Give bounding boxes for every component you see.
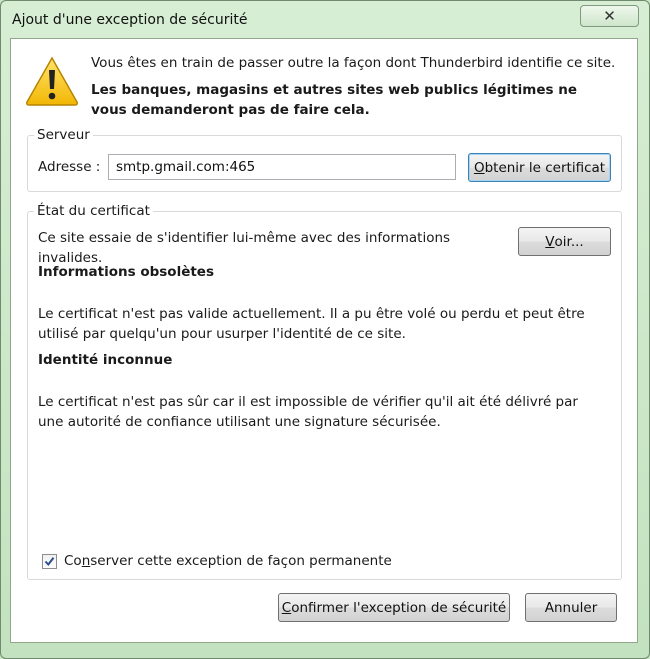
view-certificate-button[interactable]: Voir...: [518, 227, 611, 256]
cancel-button[interactable]: Annuler: [525, 593, 617, 622]
section-heading-unknown: Identité inconnue: [38, 352, 173, 368]
address-label: Adresse :: [38, 159, 101, 175]
confirm-label: onfirmer l'exception de sécurité: [291, 599, 507, 616]
confirm-mnemonic: C: [281, 599, 292, 616]
server-legend: Serveur: [34, 127, 93, 143]
certificate-status-legend: État du certificat: [34, 203, 153, 219]
view-mnemonic: V: [545, 233, 555, 250]
server-group: Serveur Adresse : Obtenir le certificat: [27, 127, 622, 192]
permanent-label-pre: Co: [64, 553, 82, 569]
close-button[interactable]: ✕: [580, 5, 639, 27]
warning-triangle-icon: [26, 56, 78, 106]
intro-warning: Les banques, magasins et autres sites we…: [91, 82, 577, 118]
window-title: Ajout d'une exception de sécurité: [12, 12, 248, 28]
section-text-outdated: Le certificat n'est pas valide actuellem…: [38, 306, 585, 342]
permanent-exception-checkbox[interactable]: [42, 554, 57, 569]
address-input[interactable]: [108, 154, 456, 180]
get-certificate-button[interactable]: Obtenir le certificat: [468, 153, 611, 182]
section-heading-outdated: Informations obsolètes: [38, 264, 214, 280]
dialog-content: Vous êtes en train de passer outre la fa…: [10, 38, 638, 643]
cancel-label: Annuler: [544, 599, 598, 616]
dialog-window: Ajout d'une exception de sécurité ✕ Vous…: [0, 0, 650, 659]
intro-text: Vous êtes en train de passer outre la fa…: [91, 53, 621, 120]
certificate-status-intro: Ce site essaie de s'identifier lui-même …: [38, 230, 451, 266]
checkmark-icon: [44, 557, 55, 567]
get-cert-label: btenir le certificat: [484, 159, 606, 176]
view-label: oir...: [554, 233, 584, 250]
intro-line: Vous êtes en train de passer outre la fa…: [91, 55, 616, 71]
certificate-status-group: État du certificat Ce site essaie de s'i…: [27, 203, 622, 580]
permanent-label-mnemonic: n: [81, 553, 91, 569]
title-bar[interactable]: Ajout d'une exception de sécurité ✕: [1, 1, 649, 37]
permanent-label-rest: server cette exception de façon permanen…: [90, 553, 392, 569]
get-cert-mnemonic: O: [473, 159, 485, 176]
confirm-exception-button[interactable]: Confirmer l'exception de sécurité: [278, 593, 510, 622]
close-icon: ✕: [603, 7, 616, 25]
permanent-exception-label[interactable]: Conserver cette exception de façon perma…: [64, 553, 392, 569]
section-text-unknown: Le certificat n'est pas sûr car il est i…: [38, 394, 578, 430]
